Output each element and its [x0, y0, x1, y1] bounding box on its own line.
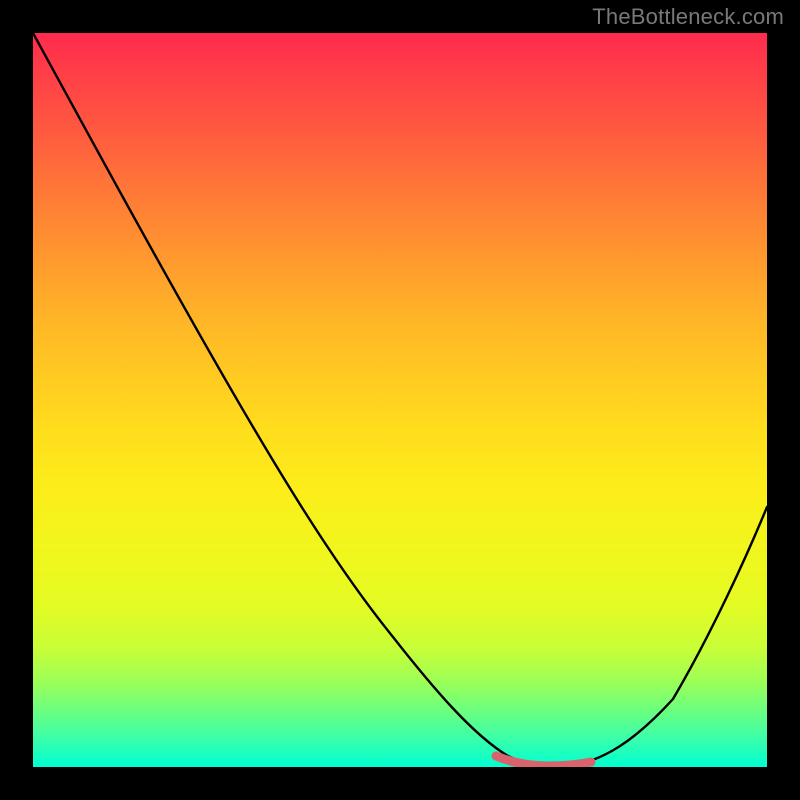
watermark-text: TheBottleneck.com	[592, 4, 784, 30]
chart-container: TheBottleneck.com	[0, 0, 800, 800]
curve-line	[33, 33, 767, 765]
chart-svg	[33, 33, 767, 767]
red-segment	[496, 756, 591, 766]
